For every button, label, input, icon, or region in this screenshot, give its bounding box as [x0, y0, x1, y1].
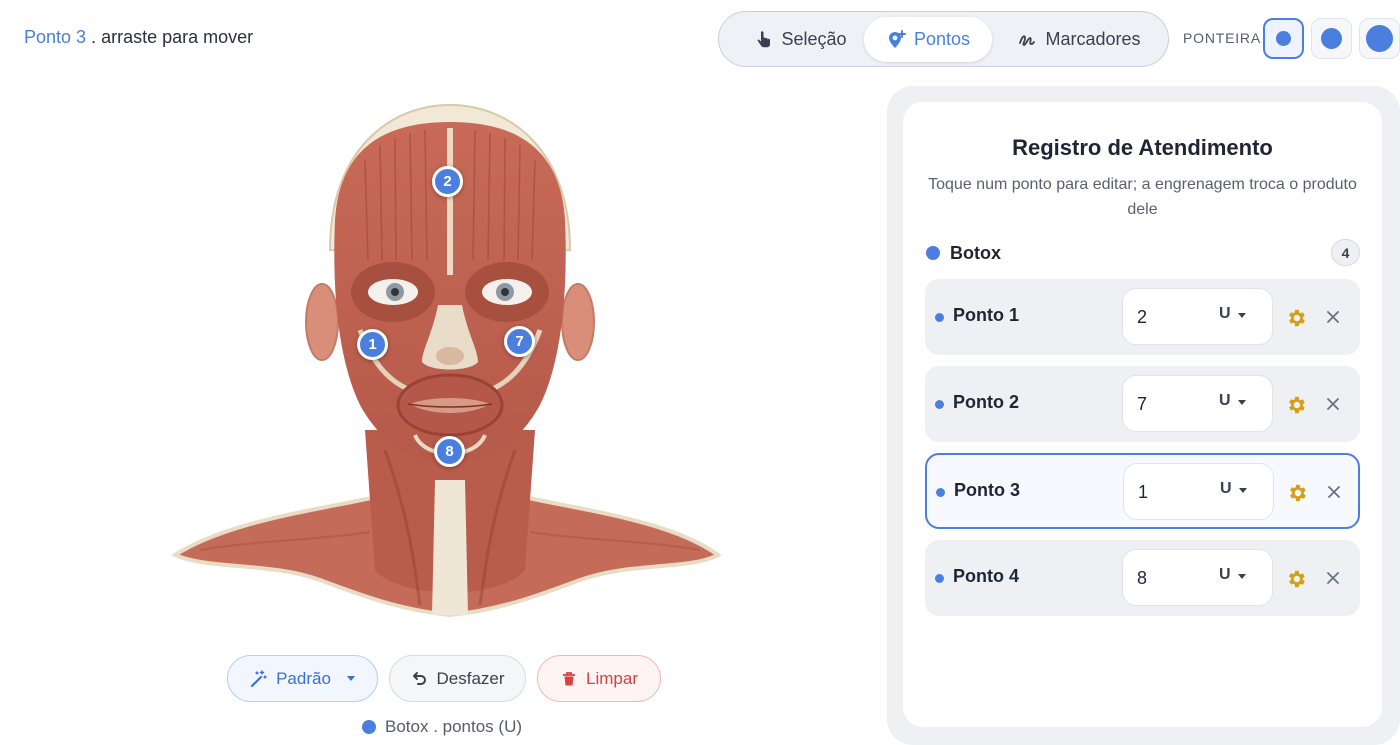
ponteira-large-button[interactable] [1359, 18, 1400, 59]
units-value: 1 [1138, 482, 1149, 502]
units-select[interactable]: 1 U [1123, 463, 1274, 520]
units-value: 8 [1137, 568, 1148, 588]
units-unit: U [1220, 480, 1232, 497]
head-marker-2[interactable]: 2 [432, 166, 463, 197]
mode-selecao-button[interactable]: Seleção [733, 17, 867, 62]
mode-switcher: Seleção Pontos Marcadores [718, 11, 1169, 67]
head-marker-1[interactable]: 1 [357, 329, 388, 360]
gear-icon[interactable] [1286, 482, 1308, 504]
status-text: Ponto 3 . arraste para mover [24, 27, 253, 48]
point-name: Ponto 2 [953, 392, 1019, 412]
hand-pointer-icon [758, 30, 771, 47]
close-icon[interactable] [1325, 396, 1341, 412]
padrao-label: Padrão [276, 668, 331, 688]
point-dot [935, 313, 944, 322]
point-card[interactable]: Ponto 2 7 U [925, 366, 1360, 442]
point-card[interactable]: Ponto 4 8 U [925, 540, 1360, 616]
units-value: 2 [1137, 307, 1148, 327]
status-message: . arraste para mover [91, 27, 254, 47]
trash-icon [563, 671, 576, 685]
status-highlight: Ponto 3 [24, 27, 87, 47]
chevron-down-icon [1238, 574, 1246, 579]
undo-icon [413, 671, 427, 685]
point-name: Ponto 3 [954, 480, 1020, 500]
gear-icon[interactable] [1285, 568, 1307, 590]
head-marker-7[interactable]: 7 [504, 326, 535, 357]
size-medium-icon [1321, 28, 1342, 49]
close-icon[interactable] [1325, 570, 1341, 586]
mode-selecao-label: Seleção [781, 29, 847, 49]
squiggle-icon [1019, 34, 1036, 46]
group-name: Botox [950, 242, 1001, 263]
size-small-icon [1276, 31, 1291, 46]
close-icon[interactable] [1325, 309, 1341, 325]
point-card[interactable]: Ponto 1 2 U [925, 279, 1360, 355]
map-pin-plus-icon [888, 29, 906, 48]
size-large-icon [1366, 25, 1393, 52]
clear-label: Limpar [586, 668, 638, 688]
point-dot [935, 400, 944, 409]
units-select[interactable]: 7 U [1122, 375, 1273, 432]
chevron-down-icon [1239, 488, 1247, 493]
point-name: Ponto 4 [953, 566, 1019, 586]
legend-dot [362, 720, 376, 734]
close-icon[interactable] [1326, 484, 1342, 500]
point-dot [935, 574, 944, 583]
ponteira-label: PONTEIRA [1183, 30, 1261, 46]
point-card-selected[interactable]: Ponto 3 1 U [925, 453, 1360, 529]
magic-wand-icon [250, 669, 267, 687]
gear-icon[interactable] [1285, 307, 1307, 329]
gear-icon[interactable] [1285, 394, 1307, 416]
face-muscle-canvas[interactable]: 2 1 7 8 [170, 100, 730, 625]
point-name: Ponto 1 [953, 305, 1019, 325]
ponteira-small-button[interactable] [1263, 18, 1304, 59]
units-unit: U [1219, 392, 1231, 409]
units-select[interactable]: 2 U [1122, 288, 1273, 345]
panel-subtitle: Toque num ponto para editar; a engrenage… [928, 176, 1357, 218]
units-unit: U [1219, 566, 1231, 583]
chevron-down-icon [346, 676, 355, 681]
undo-label: Desfazer [436, 668, 505, 688]
head-marker-8[interactable]: 8 [434, 436, 465, 467]
mode-marcadores-button[interactable]: Marcadores [1002, 17, 1156, 62]
chevron-down-icon [1238, 400, 1246, 405]
mode-pontos-button[interactable]: Pontos [864, 17, 992, 62]
point-dot [936, 488, 945, 497]
ponteira-medium-button[interactable] [1311, 18, 1352, 59]
clear-button[interactable]: Limpar [537, 655, 661, 702]
chevron-down-icon [1238, 313, 1246, 318]
mode-marcadores-label: Marcadores [1045, 29, 1141, 49]
undo-button[interactable]: Desfazer [389, 655, 526, 702]
units-unit: U [1219, 305, 1231, 322]
mode-pontos-label: Pontos [913, 29, 971, 49]
units-select[interactable]: 8 U [1122, 549, 1273, 606]
panel-title: Registro de Atendimento [1012, 135, 1273, 160]
group-count-badge: 4 [1331, 239, 1360, 266]
legend: Botox . pontos (U) [362, 717, 522, 737]
legend-text: Botox . pontos (U) [385, 717, 523, 736]
product-group-botox: Botox 4 [926, 239, 1360, 266]
padrao-dropdown-button[interactable]: Padrão [227, 655, 378, 702]
group-color-dot [926, 246, 940, 260]
units-value: 7 [1137, 394, 1148, 414]
